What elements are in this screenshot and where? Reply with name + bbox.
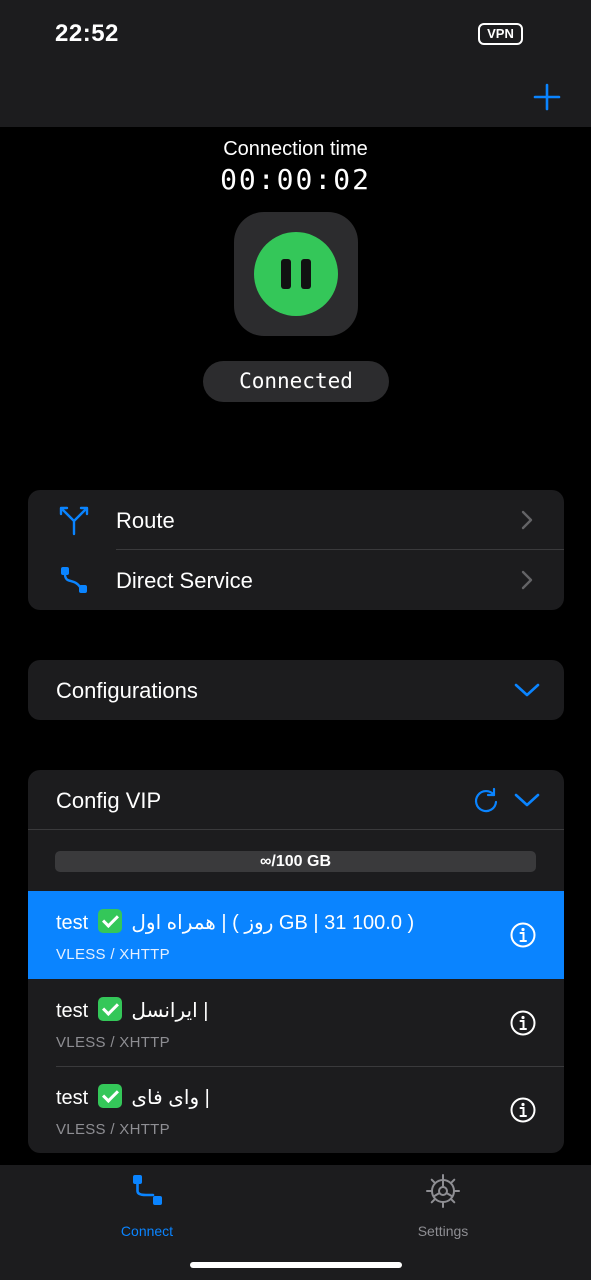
- connection-time-value: 00:00:02: [220, 163, 371, 196]
- config-vip-section: Config VIP ∞/100 GB test ( 100.0 GB | 31…: [28, 770, 564, 1153]
- server-name-prefix: test: [56, 1000, 89, 1022]
- nav-bar: [0, 66, 591, 127]
- status-time: 22:52: [55, 20, 119, 47]
- server-protocol: VLESS / XHTTP: [56, 946, 170, 963]
- server-list-item[interactable]: test | ایرانسل VLESS / XHTTP: [28, 979, 564, 1067]
- config-vip-title: Config VIP: [56, 788, 162, 813]
- server-name: test | ایرانسل: [56, 997, 208, 1023]
- chevron-right-icon: [521, 570, 533, 590]
- pause-bar-left: [281, 259, 291, 289]
- server-name-suffix: | وای فای: [131, 1087, 210, 1109]
- divider: [28, 829, 564, 830]
- server-name: test | وای فای: [56, 1084, 210, 1110]
- configurations-section[interactable]: Configurations: [28, 660, 564, 720]
- tab-connect[interactable]: Connect: [87, 1173, 207, 1243]
- info-icon[interactable]: [510, 922, 536, 948]
- menu-item-direct-service[interactable]: Direct Service: [28, 550, 564, 610]
- server-list-item[interactable]: test | وای فای VLESS / XHTTP: [28, 1066, 564, 1153]
- checkmark-icon: [97, 909, 122, 933]
- menu-item-label: Direct Service: [116, 568, 253, 593]
- info-icon[interactable]: [510, 1010, 536, 1036]
- tab-label: Settings: [417, 1223, 469, 1239]
- connection-status-badge: Connected: [203, 361, 389, 402]
- checkmark-icon: [97, 1084, 122, 1108]
- menu-item-route[interactable]: Route: [28, 490, 564, 550]
- menu-item-label: Route: [116, 508, 175, 533]
- server-name-prefix: test: [56, 912, 89, 934]
- status-bar: 22:52 VPN: [0, 0, 591, 66]
- pause-bar-right: [301, 259, 311, 289]
- tab-bar: Connect Settings: [0, 1165, 591, 1280]
- vpn-badge: VPN: [478, 23, 523, 45]
- server-name: test ( 100.0 GB | 31 روز ) | همراه اول: [56, 909, 414, 935]
- connect-toggle-button[interactable]: [234, 212, 358, 336]
- routing-card: Route Direct Service: [28, 490, 564, 610]
- pause-icon: [254, 232, 338, 316]
- tab-settings[interactable]: Settings: [383, 1173, 503, 1243]
- server-name-prefix: test: [56, 1087, 89, 1109]
- plus-icon[interactable]: [530, 80, 564, 114]
- connection-time-label: Connection time: [223, 138, 368, 160]
- data-usage-bar: ∞/100 GB: [55, 851, 536, 872]
- home-indicator: [190, 1262, 402, 1268]
- checkmark-icon: [97, 997, 122, 1021]
- direct-path-icon: [61, 567, 87, 593]
- server-list-item[interactable]: test ( 100.0 GB | 31 روز ) | همراه اول V…: [28, 891, 564, 979]
- info-icon[interactable]: [510, 1097, 536, 1123]
- server-name-suffix: | ایرانسل: [131, 1000, 209, 1022]
- server-name-suffix: ( 100.0 GB | 31 روز ) | همراه اول: [131, 912, 415, 934]
- tab-label: Connect: [120, 1223, 174, 1239]
- chevron-down-icon[interactable]: [514, 682, 540, 698]
- refresh-icon[interactable]: [472, 786, 500, 814]
- chevron-right-icon: [521, 510, 533, 530]
- connect-path-icon: [133, 1175, 162, 1205]
- server-protocol: VLESS / XHTTP: [56, 1034, 170, 1051]
- route-split-icon: [59, 506, 89, 536]
- chevron-down-icon[interactable]: [514, 792, 540, 808]
- configurations-title: Configurations: [56, 678, 198, 703]
- gear-icon: [426, 1174, 460, 1208]
- server-protocol: VLESS / XHTTP: [56, 1121, 170, 1138]
